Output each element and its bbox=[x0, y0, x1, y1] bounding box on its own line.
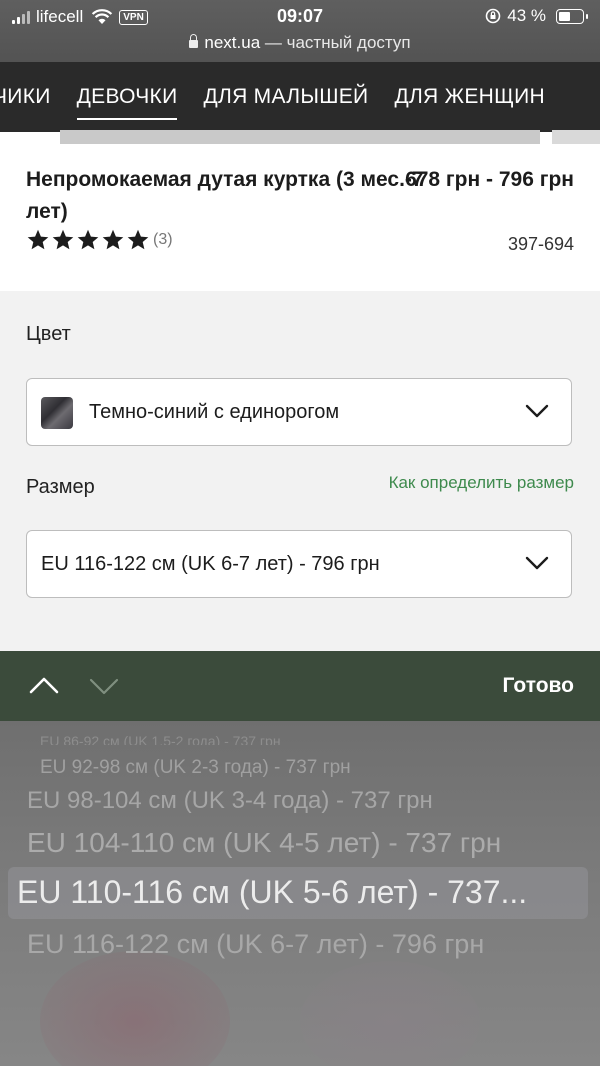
next-field-icon[interactable] bbox=[88, 675, 120, 699]
star-icon bbox=[51, 228, 75, 252]
picker-option[interactable]: EU 104-110 см (UK 4-5 лет) - 737 грн bbox=[27, 827, 600, 859]
color-select[interactable]: Темно-синий с единорогом bbox=[26, 378, 572, 446]
product-image-strip bbox=[60, 130, 540, 144]
battery-percent: 43 % bbox=[507, 6, 546, 25]
url-host: next.ua bbox=[204, 33, 261, 52]
product-price: 678 грн - 796 грн bbox=[405, 168, 574, 191]
nav-item-babies[interactable]: ДЛЯ МАЛЫШЕЙ bbox=[203, 85, 368, 109]
picker-option[interactable]: EU 116-122 см (UK 6-7 лет) - 796 грн bbox=[27, 929, 600, 960]
url-bar[interactable]: next.ua — частный доступ bbox=[0, 33, 600, 53]
product-title: Непромокаемая дутая куртка (3 мес.-7 лет… bbox=[26, 168, 424, 223]
product-options: Цвет Темно-синий с единорогом Размер Как… bbox=[0, 291, 600, 651]
product-image-strip-next bbox=[552, 130, 600, 144]
chevron-down-icon bbox=[525, 404, 549, 418]
status-bar: lifecell VPN 09:07 43 % next.ua — частны… bbox=[0, 0, 600, 62]
category-nav: ЧИКИ ДЕВОЧКИ ДЛЯ МАЛЫШЕЙ ДЛЯ ЖЕНЩИН bbox=[0, 62, 600, 132]
color-label: Цвет bbox=[26, 323, 71, 345]
previous-field-icon[interactable] bbox=[28, 673, 60, 697]
status-right: 43 % bbox=[485, 6, 588, 26]
lock-icon bbox=[189, 34, 199, 48]
size-guide-link[interactable]: Как определить размер bbox=[389, 473, 574, 493]
product-code: 397-694 bbox=[507, 234, 574, 254]
picker-option[interactable]: EU 86-92 см (UK 1,5-2 года) - 737 грн bbox=[40, 733, 600, 745]
star-icon bbox=[76, 228, 100, 252]
nav-item-women[interactable]: ДЛЯ ЖЕНЩИН bbox=[394, 85, 545, 109]
color-select-value: Темно-синий с единорогом bbox=[89, 401, 340, 423]
nav-item-boys[interactable]: ЧИКИ bbox=[0, 85, 51, 109]
battery-icon bbox=[556, 8, 588, 24]
size-picker-wheel[interactable]: EU 86-92 см (UK 1,5-2 года) - 737 грн EU… bbox=[0, 721, 600, 1066]
orientation-lock-icon bbox=[485, 8, 501, 24]
rating-count: (3) bbox=[153, 231, 173, 248]
picker-option-selected[interactable]: EU 110-116 см (UK 5-6 лет) - 737... bbox=[17, 874, 587, 911]
product-header: Непромокаемая дутая куртка (3 мес.-7 лет… bbox=[0, 144, 600, 291]
nav-item-girls[interactable]: ДЕВОЧКИ bbox=[76, 85, 178, 120]
chevron-down-icon bbox=[525, 556, 549, 570]
star-icon bbox=[126, 228, 150, 252]
url-note: — частный доступ bbox=[260, 33, 411, 52]
star-icon bbox=[101, 228, 125, 252]
product-rating[interactable]: (3) bbox=[26, 228, 173, 252]
size-label: Размер bbox=[26, 476, 95, 498]
done-button[interactable]: Готово bbox=[503, 651, 574, 721]
size-select-value: EU 116-122 см (UK 6-7 лет) - 796 грн bbox=[41, 553, 380, 575]
background-blur bbox=[40, 951, 230, 1066]
color-swatch bbox=[41, 397, 73, 429]
picker-option[interactable]: EU 92-98 см (UK 2-3 года) - 737 грн bbox=[40, 757, 600, 779]
picker-toolbar: Готово bbox=[0, 651, 600, 721]
star-icon bbox=[26, 228, 50, 252]
picker-option[interactable]: EU 98-104 см (UK 3-4 года) - 737 грн bbox=[27, 787, 600, 815]
rating-stars bbox=[26, 228, 150, 252]
background-blur bbox=[300, 961, 480, 1066]
size-select[interactable]: EU 116-122 см (UK 6-7 лет) - 796 грн bbox=[26, 530, 572, 598]
